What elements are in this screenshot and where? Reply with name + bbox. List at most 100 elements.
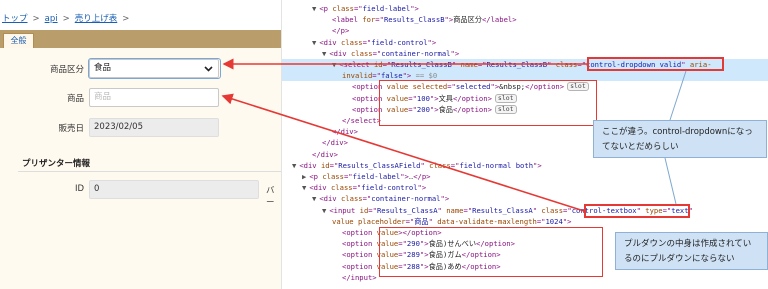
dom-line[interactable]: ▼ <div class="field-control"> [312,37,436,48]
code-token: "> [444,15,454,25]
code-token: =" [353,4,363,13]
code-token: container-normal [381,48,451,58]
collapse-triangle-icon[interactable]: ▼ [312,194,316,203]
id-label: ID [74,184,84,194]
dom-line[interactable]: ▼ <div class="container-normal"> [312,193,449,204]
dom-line[interactable]: ▼ <div class="container-normal"> [322,48,459,59]
code-token: </select> [342,116,381,125]
dom-line[interactable]: <label for="Results_ClassB">商品区分</label> [332,14,517,25]
code-token: =" [375,15,384,25]
code-token: "> [450,48,460,58]
dom-line[interactable]: ▶ <p class="field-label">…</p> [302,171,431,182]
dom-line[interactable]: </p> [332,25,349,36]
code-token: " [547,60,556,69]
expand-triangle-icon[interactable]: ▶ [302,172,306,181]
code-token: id [373,60,383,69]
highlight-textbox-class [584,204,690,218]
code-token: "> [533,160,542,170]
dom-line[interactable]: value placeholder="商品" data-validate-max… [332,216,571,227]
dom-line[interactable]: ▼ <div class="field-control"> [302,182,426,193]
code-token: class [350,48,373,58]
code-token: =" [577,60,587,69]
code-token: =" [372,48,382,58]
code-token: Results_ClassB [486,60,548,69]
code-token: "> [400,172,409,181]
code-token: </p> [413,172,431,181]
code-token: =" [362,37,372,47]
collapse-triangle-icon[interactable]: ▼ [322,206,326,215]
collapse-triangle-icon[interactable]: ▼ [312,4,316,13]
tab-general[interactable]: 全般 [3,33,34,48]
dom-line[interactable]: </input> [342,272,377,283]
code-token: </p> [332,26,350,36]
dom-line[interactable]: </div> [322,137,348,148]
collapse-triangle-icon[interactable]: ▼ [312,38,316,47]
dom-line[interactable]: </div> [312,149,338,160]
code-token: </div> [332,127,358,137]
collapse-triangle-icon[interactable]: ▼ [332,60,336,69]
collapse-triangle-icon[interactable]: ▼ [322,49,326,58]
code-token: <div [329,48,351,58]
code-token: =" [405,216,415,226]
code-token: </input> [342,272,377,282]
highlight-select-options [379,80,597,126]
code-token: <p [309,172,323,181]
code-token: Results_ClassB [383,15,445,25]
code-token: " [437,205,447,215]
code-token: 商品 [414,216,429,226]
code-token: "> [402,71,412,81]
code-token: false [380,71,403,81]
code-token: <option [342,261,377,271]
product-input[interactable]: 商品 [89,88,219,107]
code-token: <div [319,194,341,204]
truncated-label: バー [266,186,275,208]
code-token: container-normal [371,194,441,204]
code-token: class [555,60,578,69]
code-token: field-control [371,37,428,47]
code-token: " [428,216,438,226]
code-token: 商品区分 [453,15,482,25]
collapse-triangle-icon[interactable]: ▼ [302,183,306,192]
code-token: placeholder [357,216,406,226]
code-token: <option [342,228,377,237]
highlight-dropdown-class [587,57,724,71]
dom-line[interactable]: ▼ <p class="field-label"> [312,3,419,14]
id-field: 0 [89,180,259,199]
dom-line[interactable]: </select> [342,115,381,126]
code-token: <input [329,205,360,215]
product-label: 商品 [66,94,84,104]
breadcrumb-item-sales[interactable]: 売り上げ表 [75,14,118,24]
code-token: <div [299,160,321,170]
code-token: "> [410,4,419,13]
code-token: == $0 [411,71,438,81]
breadcrumb-item-api[interactable]: api [45,14,58,24]
code-token: data-validate-maxlength [437,216,537,226]
code-token: "> [562,216,572,226]
sale-date-row: 販売日 2023/02/05 [0,118,281,138]
breadcrumb-item-top[interactable]: トップ [2,14,28,24]
collapse-triangle-icon[interactable]: ▼ [292,161,296,170]
code-token: class [340,194,363,204]
breadcrumb: トップ > api > 売り上げ表 > [2,14,130,24]
code-token: invalid [342,71,373,81]
code-token: " [420,160,430,170]
devtools-elements-panel: ▼ <p class="field-label"> <label for="Resu… [282,0,768,289]
code-token: Results_ClassB [391,60,452,69]
dom-line[interactable]: </div> [332,126,358,137]
code-token: </label> [481,15,517,25]
code-token: class [330,183,353,193]
code-token: <option [342,250,377,260]
code-token: for [362,15,376,25]
code-token: field-normal both [459,160,534,170]
code-token: name [446,205,464,215]
code-token: =" [382,60,392,69]
sale-date-label: 販売日 [58,124,84,134]
code-token: id [320,160,330,170]
code-token: Results_ClassAField [338,160,421,170]
note-dropdown: ここが違う。control-dropdownになってないとだめらしい [593,120,767,158]
category-label: 商品区分 [49,65,84,75]
code-token: <div [319,37,341,47]
dom-line[interactable]: ▼ <div id="Results_ClassAField" class="fi… [292,160,542,171]
code-token: value [332,216,354,226]
code-token: =" [368,205,377,215]
